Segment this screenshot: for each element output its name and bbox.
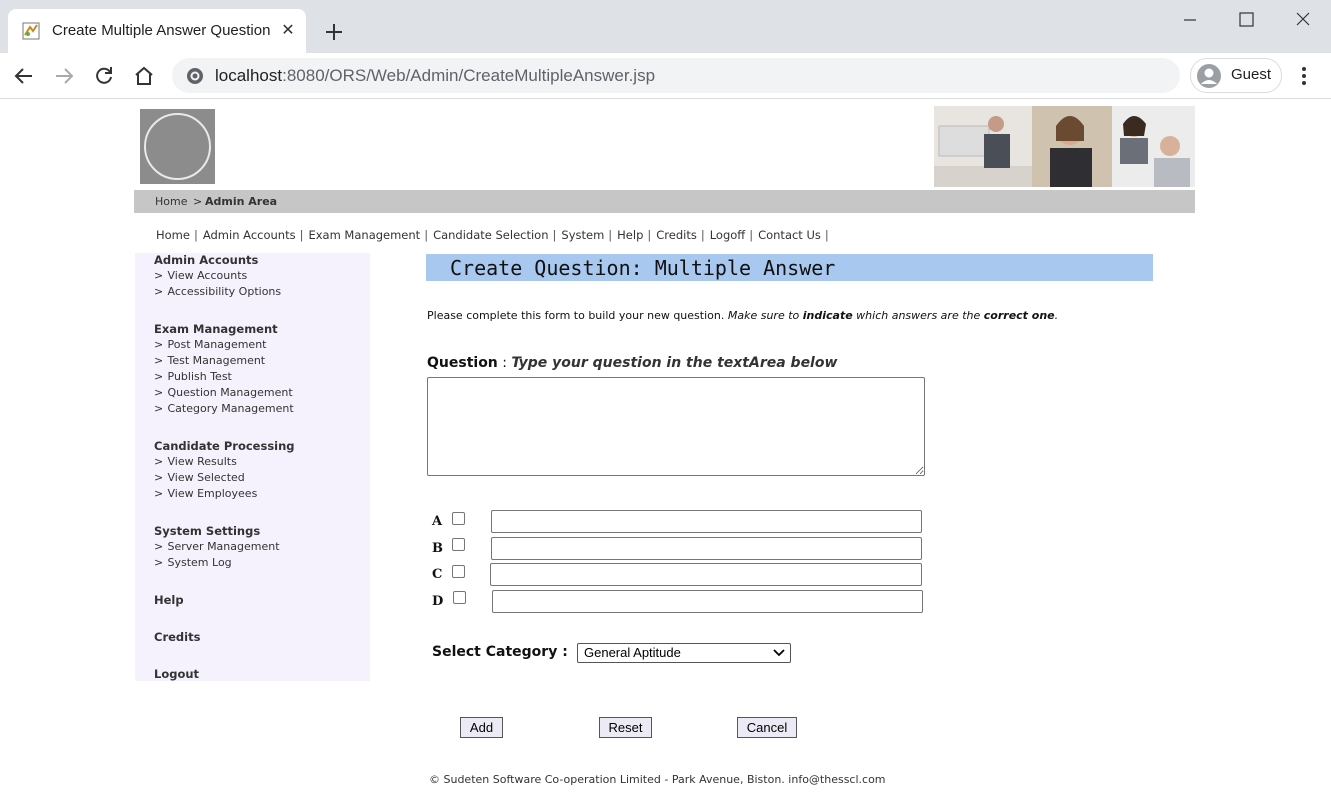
question-label: Question : Type your question in the tex…	[427, 355, 838, 371]
option-a-input[interactable]	[491, 510, 922, 533]
sidebar: Admin Accounts > View Accounts > Accessi…	[135, 253, 370, 681]
chevron-right-icon: >	[154, 487, 164, 500]
chevron-right-icon: >	[154, 471, 164, 484]
breadcrumb-home-link[interactable]: Home	[155, 195, 187, 208]
profile-name: Guest	[1231, 66, 1272, 83]
chevron-right-icon: >	[154, 540, 164, 553]
option-c-checkbox[interactable]	[452, 565, 465, 578]
chevron-right-icon: >	[154, 354, 164, 367]
chevron-right-icon: >	[154, 370, 164, 383]
sidebar-item-view-accounts[interactable]: > View Accounts	[154, 269, 247, 282]
home-icon[interactable]	[132, 64, 156, 88]
category-select[interactable]: General Aptitude	[577, 643, 791, 663]
chevron-right-icon: >	[154, 285, 164, 298]
option-c-label: C	[432, 567, 443, 582]
window-close-icon[interactable]	[1291, 8, 1315, 32]
breadcrumb-current: Admin Area	[205, 195, 278, 208]
site-logo	[140, 109, 215, 184]
add-button[interactable]: Add	[460, 717, 503, 738]
sidebar-item-category-management[interactable]: > Category Management	[154, 402, 294, 415]
sidebar-link-logout[interactable]: Logout	[154, 667, 199, 681]
sidebar-item-publish-test[interactable]: > Publish Test	[154, 370, 232, 383]
sidebar-heading-exam-management: Exam Management	[154, 322, 278, 336]
sidebar-heading-system-settings: System Settings	[154, 524, 261, 538]
topnav-exam-management[interactable]: Exam Management	[308, 228, 420, 242]
chevron-right-icon: >	[154, 455, 164, 468]
footer-text: © Sudeten Software Co-operation Limited …	[429, 773, 886, 786]
topnav-credits[interactable]: Credits	[656, 228, 697, 242]
menu-icon[interactable]	[1294, 65, 1314, 87]
sidebar-item-system-log[interactable]: > System Log	[154, 556, 232, 569]
browser-tab-bar: Create Multiple Answer Question ✕	[0, 0, 1331, 53]
option-d-input[interactable]	[492, 590, 923, 613]
sidebar-item-test-management[interactable]: > Test Management	[154, 354, 265, 367]
close-icon[interactable]: ✕	[278, 20, 298, 40]
logo-circle	[144, 113, 211, 180]
browser-tab[interactable]: Create Multiple Answer Question ✕	[8, 9, 306, 53]
avatar-icon	[1197, 64, 1221, 88]
url-text: localhost:8080/ORS/Web/Admin/CreateMulti…	[215, 66, 656, 85]
sidebar-heading-admin-accounts: Admin Accounts	[154, 253, 259, 267]
sidebar-item-server-management[interactable]: > Server Management	[154, 540, 280, 553]
question-textarea[interactable]	[427, 377, 925, 476]
forward-icon[interactable]	[52, 64, 76, 88]
tab-title: Create Multiple Answer Question	[52, 22, 271, 39]
top-navigation: Home | Admin Accounts | Exam Management | Cand…	[156, 228, 829, 242]
topnav-candidate-selection[interactable]: Candidate Selection	[433, 228, 548, 242]
profile-button[interactable]: Guest	[1190, 58, 1282, 93]
address-bar[interactable]: localhost:8080/ORS/Web/Admin/CreateMulti…	[172, 58, 1180, 93]
new-tab-icon[interactable]	[322, 20, 346, 44]
browser-toolbar: localhost:8080/ORS/Web/Admin/CreateMulti…	[0, 53, 1331, 99]
chevron-right-icon: >	[154, 386, 164, 399]
category-selected-value: General Aptitude	[584, 645, 681, 660]
category-label: Select Category :	[432, 644, 568, 660]
breadcrumb-separator: >	[193, 195, 203, 208]
topnav-help[interactable]: Help	[617, 228, 643, 242]
minimize-icon[interactable]	[1178, 8, 1202, 32]
option-b-input[interactable]	[491, 537, 922, 560]
page-favicon-icon	[22, 22, 40, 40]
sidebar-link-help[interactable]: Help	[154, 593, 184, 607]
option-c-input[interactable]	[490, 563, 922, 586]
option-d-checkbox[interactable]	[453, 591, 466, 604]
topnav-admin-accounts[interactable]: Admin Accounts	[203, 228, 296, 242]
option-a-checkbox[interactable]	[452, 512, 465, 525]
breadcrumb: Home > Admin Area	[134, 190, 1195, 213]
option-b-checkbox[interactable]	[452, 538, 465, 551]
option-a-label: A	[432, 514, 443, 529]
sidebar-item-view-employees[interactable]: > View Employees	[154, 487, 257, 500]
info-icon[interactable]	[186, 67, 204, 85]
reload-icon[interactable]	[92, 64, 116, 88]
sidebar-link-credits[interactable]: Credits	[154, 630, 200, 644]
back-icon[interactable]	[12, 64, 36, 88]
option-d-label: D	[432, 594, 444, 609]
topnav-home[interactable]: Home	[156, 228, 190, 242]
form-instructions: Please complete this form to build your …	[427, 309, 1059, 322]
cancel-button[interactable]: Cancel	[737, 717, 797, 738]
sidebar-heading-candidate-processing: Candidate Processing	[154, 439, 295, 453]
chevron-right-icon: >	[154, 556, 164, 569]
sidebar-item-post-management[interactable]: > Post Management	[154, 338, 266, 351]
chevron-down-icon	[773, 649, 785, 657]
sidebar-item-view-selected[interactable]: > View Selected	[154, 471, 245, 484]
topnav-logoff[interactable]: Logoff	[710, 228, 746, 242]
topnav-contact-us[interactable]: Contact Us	[758, 228, 821, 242]
sidebar-item-view-results[interactable]: > View Results	[154, 455, 237, 468]
form-title-bar: Create Question: Multiple Answer	[426, 254, 1153, 281]
option-b-label: B	[432, 541, 443, 556]
chevron-right-icon: >	[154, 402, 164, 415]
chevron-right-icon: >	[154, 269, 164, 282]
page-title: Create Question: Multiple Answer	[450, 256, 836, 280]
maximize-icon[interactable]	[1234, 8, 1258, 32]
sidebar-item-question-management[interactable]: > Question Management	[154, 386, 293, 399]
reset-button[interactable]: Reset	[599, 717, 652, 738]
header-banner-image	[934, 106, 1195, 187]
sidebar-item-accessibility-options[interactable]: > Accessibility Options	[154, 285, 281, 298]
chevron-right-icon: >	[154, 338, 164, 351]
topnav-system[interactable]: System	[561, 228, 604, 242]
